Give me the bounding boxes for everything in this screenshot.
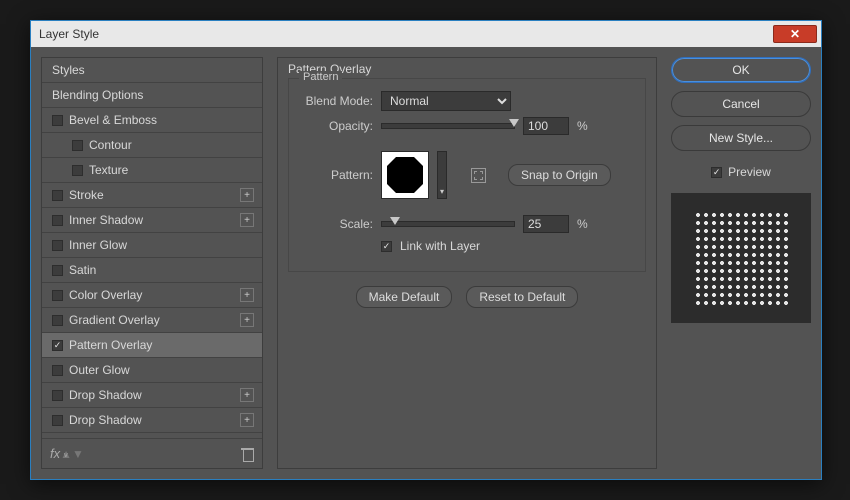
effect-checkbox[interactable] [52,190,63,201]
pattern-swatch[interactable] [381,151,429,199]
sidebar-item-color-overlay[interactable]: Color Overlay + [42,283,262,308]
effects-sidebar: Styles Blending Options Bevel & Emboss Cont… [41,57,263,469]
effect-checkbox[interactable] [72,140,83,151]
move-down-icon[interactable]: ▼ [72,447,84,461]
effect-label: Gradient Overlay [69,313,160,327]
sidebar-item-blending-options[interactable]: Blending Options [42,83,262,108]
cancel-button[interactable]: Cancel [671,91,811,117]
sidebar-item-inner-glow[interactable]: Inner Glow [42,233,262,258]
effect-checkbox[interactable] [52,115,63,126]
pattern-picker-chevron-icon[interactable]: ▾ [437,151,447,199]
sidebar-item-drop-shadow[interactable]: Drop Shadow + [42,408,262,433]
ok-button[interactable]: OK [671,57,811,83]
opacity-input[interactable] [523,117,569,135]
effect-checkbox[interactable] [52,290,63,301]
reset-to-default-button[interactable]: Reset to Default [466,286,578,308]
window-title: Layer Style [39,27,99,41]
scale-slider[interactable] [381,221,515,227]
preview-pattern [694,211,788,305]
add-effect-icon[interactable]: + [240,288,254,302]
preview-checkbox[interactable] [711,167,722,178]
create-pattern-icon[interactable] [471,168,486,183]
make-default-button[interactable]: Make Default [356,286,453,308]
close-icon: ✕ [790,27,800,41]
blend-mode-label: Blend Mode: [303,94,373,108]
effect-label: Bevel & Emboss [69,113,157,127]
opacity-slider[interactable] [381,123,515,129]
effect-label: Stroke [69,188,104,202]
add-effect-icon[interactable]: + [240,413,254,427]
effect-checkbox[interactable] [52,215,63,226]
sidebar-item-satin[interactable]: Satin [42,258,262,283]
add-effect-icon[interactable]: + [240,313,254,327]
effect-checkbox[interactable] [52,415,63,426]
opacity-label: Opacity: [303,119,373,133]
pattern-group: Pattern Blend Mode: Normal Opacity: % [288,78,646,272]
right-buttons: OK Cancel New Style... Preview [671,57,811,469]
sidebar-item-inner-shadow[interactable]: Inner Shadow + [42,208,262,233]
effect-checkbox[interactable] [72,165,83,176]
effect-label: Inner Glow [69,238,127,252]
sidebar-item-stroke[interactable]: Stroke + [42,183,262,208]
effect-label: Blending Options [52,88,143,102]
pattern-label: Pattern: [303,168,373,182]
sidebar-item-drop-shadow[interactable]: Drop Shadow + [42,383,262,408]
effect-label: Color Overlay [69,288,142,302]
effect-checkbox[interactable] [52,265,63,276]
sidebar-footer: fx ▲ ▼ [42,438,262,468]
close-button[interactable]: ✕ [773,25,817,43]
effect-label: Drop Shadow [69,413,142,427]
sidebar-item-gradient-overlay[interactable]: Gradient Overlay + [42,308,262,333]
sidebar-item-contour[interactable]: Contour [42,133,262,158]
scale-unit: % [577,217,588,231]
effect-checkbox[interactable] [52,315,63,326]
sidebar-item-bevel-emboss[interactable]: Bevel & Emboss [42,108,262,133]
sidebar-item-styles[interactable]: Styles [42,58,262,83]
effect-label: Contour [89,138,132,152]
add-effect-icon[interactable]: + [240,213,254,227]
add-effect-icon[interactable]: + [240,388,254,402]
effect-checkbox[interactable] [52,390,63,401]
effect-label: Satin [69,263,96,277]
group-legend: Pattern [299,71,342,83]
fx-menu-icon[interactable]: fx [50,446,60,461]
effect-label: Inner Shadow [69,213,143,227]
effect-checkbox[interactable] [52,240,63,251]
sidebar-item-outer-glow[interactable]: Outer Glow [42,358,262,383]
snap-to-origin-button[interactable]: Snap to Origin [508,164,611,186]
main-panel: Pattern Overlay Pattern Blend Mode: Norm… [277,57,657,469]
blend-mode-select[interactable]: Normal [381,91,511,111]
effect-label: Texture [89,163,128,177]
preview-label: Preview [728,165,771,179]
scale-label: Scale: [303,217,373,231]
opacity-unit: % [577,119,588,133]
preview-thumbnail [671,193,811,323]
layer-style-dialog: Layer Style ✕ Styles Blending Options Beve… [30,20,822,480]
scale-input[interactable] [523,215,569,233]
effect-label: Outer Glow [69,363,130,377]
effect-checkbox[interactable] [52,340,63,351]
trash-icon[interactable] [241,447,254,461]
effect-label: Pattern Overlay [69,338,152,352]
sidebar-item-pattern-overlay[interactable]: Pattern Overlay [42,333,262,358]
titlebar[interactable]: Layer Style ✕ [31,21,821,47]
effect-label: Styles [52,63,85,77]
sidebar-item-texture[interactable]: Texture [42,158,262,183]
add-effect-icon[interactable]: + [240,188,254,202]
link-with-layer-checkbox[interactable] [381,241,392,252]
effect-checkbox[interactable] [52,365,63,376]
new-style-button[interactable]: New Style... [671,125,811,151]
link-with-layer-label: Link with Layer [400,239,480,253]
effect-label: Drop Shadow [69,388,142,402]
